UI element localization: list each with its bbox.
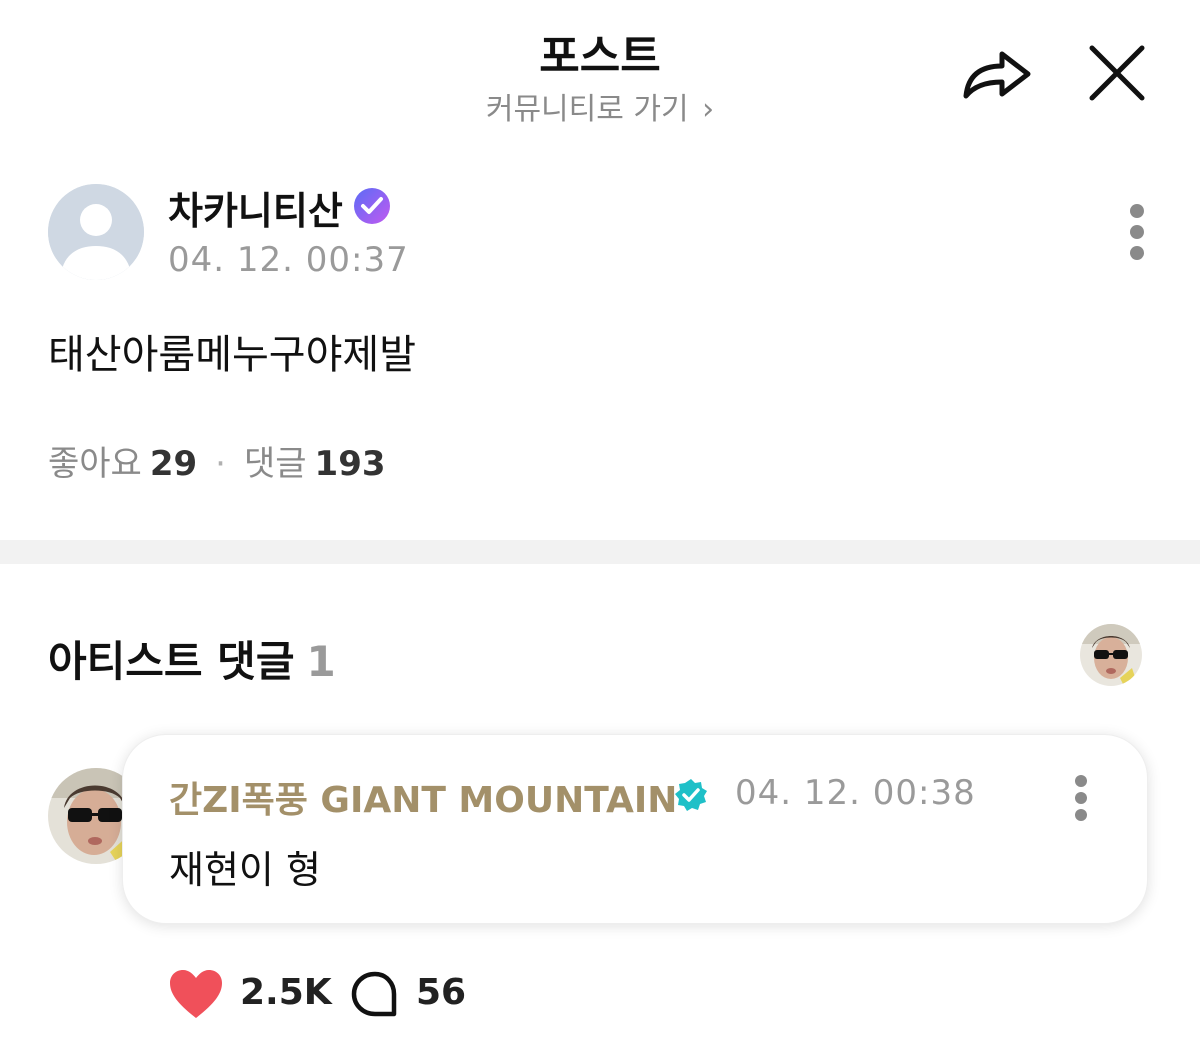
default-user-icon xyxy=(48,184,144,280)
comment-more-options-button[interactable] xyxy=(1067,773,1097,823)
likes-count: 29 xyxy=(149,444,198,484)
go-to-community-label: 커뮤니티로 가기 xyxy=(485,92,689,127)
artist-verified-icon xyxy=(673,777,709,813)
post-more-options-button[interactable] xyxy=(1118,200,1156,264)
author-avatar[interactable] xyxy=(48,184,144,280)
artist-comments-title: 아티스트 댓글 xyxy=(48,637,295,686)
comment-author-name[interactable]: 간ZI폭풍 GIANT MOUNTAIN xyxy=(169,771,677,823)
more-dots-icon xyxy=(1130,204,1144,218)
artist-avatar-small[interactable] xyxy=(1080,624,1142,686)
share-button[interactable] xyxy=(958,42,1034,104)
section-divider xyxy=(0,540,1200,564)
author-name[interactable]: 차카니티산 xyxy=(168,180,343,235)
comment-timestamp: 04. 12. 00:38 xyxy=(735,773,976,813)
comments-label: 댓글 xyxy=(243,444,307,484)
post-body-text: 태산아룸메누구야제발 xyxy=(48,332,416,378)
post-stats: 좋아요 29 · 댓글 193 xyxy=(48,436,386,485)
close-button[interactable] xyxy=(1084,40,1150,106)
reply-button[interactable] xyxy=(350,970,400,1020)
reply-count: 56 xyxy=(416,972,467,1013)
heart-icon xyxy=(170,970,222,1018)
share-arrow-icon xyxy=(963,51,1031,99)
verified-badge-icon xyxy=(352,186,392,226)
artist-photo-icon xyxy=(1080,624,1142,686)
likes-label: 좋아요 xyxy=(48,444,142,484)
close-icon xyxy=(1089,45,1145,101)
more-dots-icon xyxy=(1075,775,1087,787)
like-count: 2.5K xyxy=(240,972,332,1013)
artist-comments-heading: 아티스트 댓글 1 xyxy=(48,628,336,689)
like-button[interactable] xyxy=(168,968,224,1020)
comment-text: 재현이 형 xyxy=(169,848,321,892)
chevron-right-icon: › xyxy=(702,92,715,127)
stats-separator: · xyxy=(215,444,226,484)
post-detail-page: 포스트 커뮤니티로 가기 › 차카니티산 04. 12. 00:37 태산아룸메… xyxy=(0,0,1200,1061)
artist-comments-count: 1 xyxy=(306,637,336,686)
artist-comment-card: 간ZI폭풍 GIANT MOUNTAIN 04. 12. 00:38 재현이 형 xyxy=(122,734,1148,924)
post-timestamp: 04. 12. 00:37 xyxy=(168,240,409,280)
comments-count: 193 xyxy=(314,444,386,484)
speech-bubble-icon xyxy=(351,971,397,1017)
comment-reactions: 2.5K 56 xyxy=(168,966,488,1022)
